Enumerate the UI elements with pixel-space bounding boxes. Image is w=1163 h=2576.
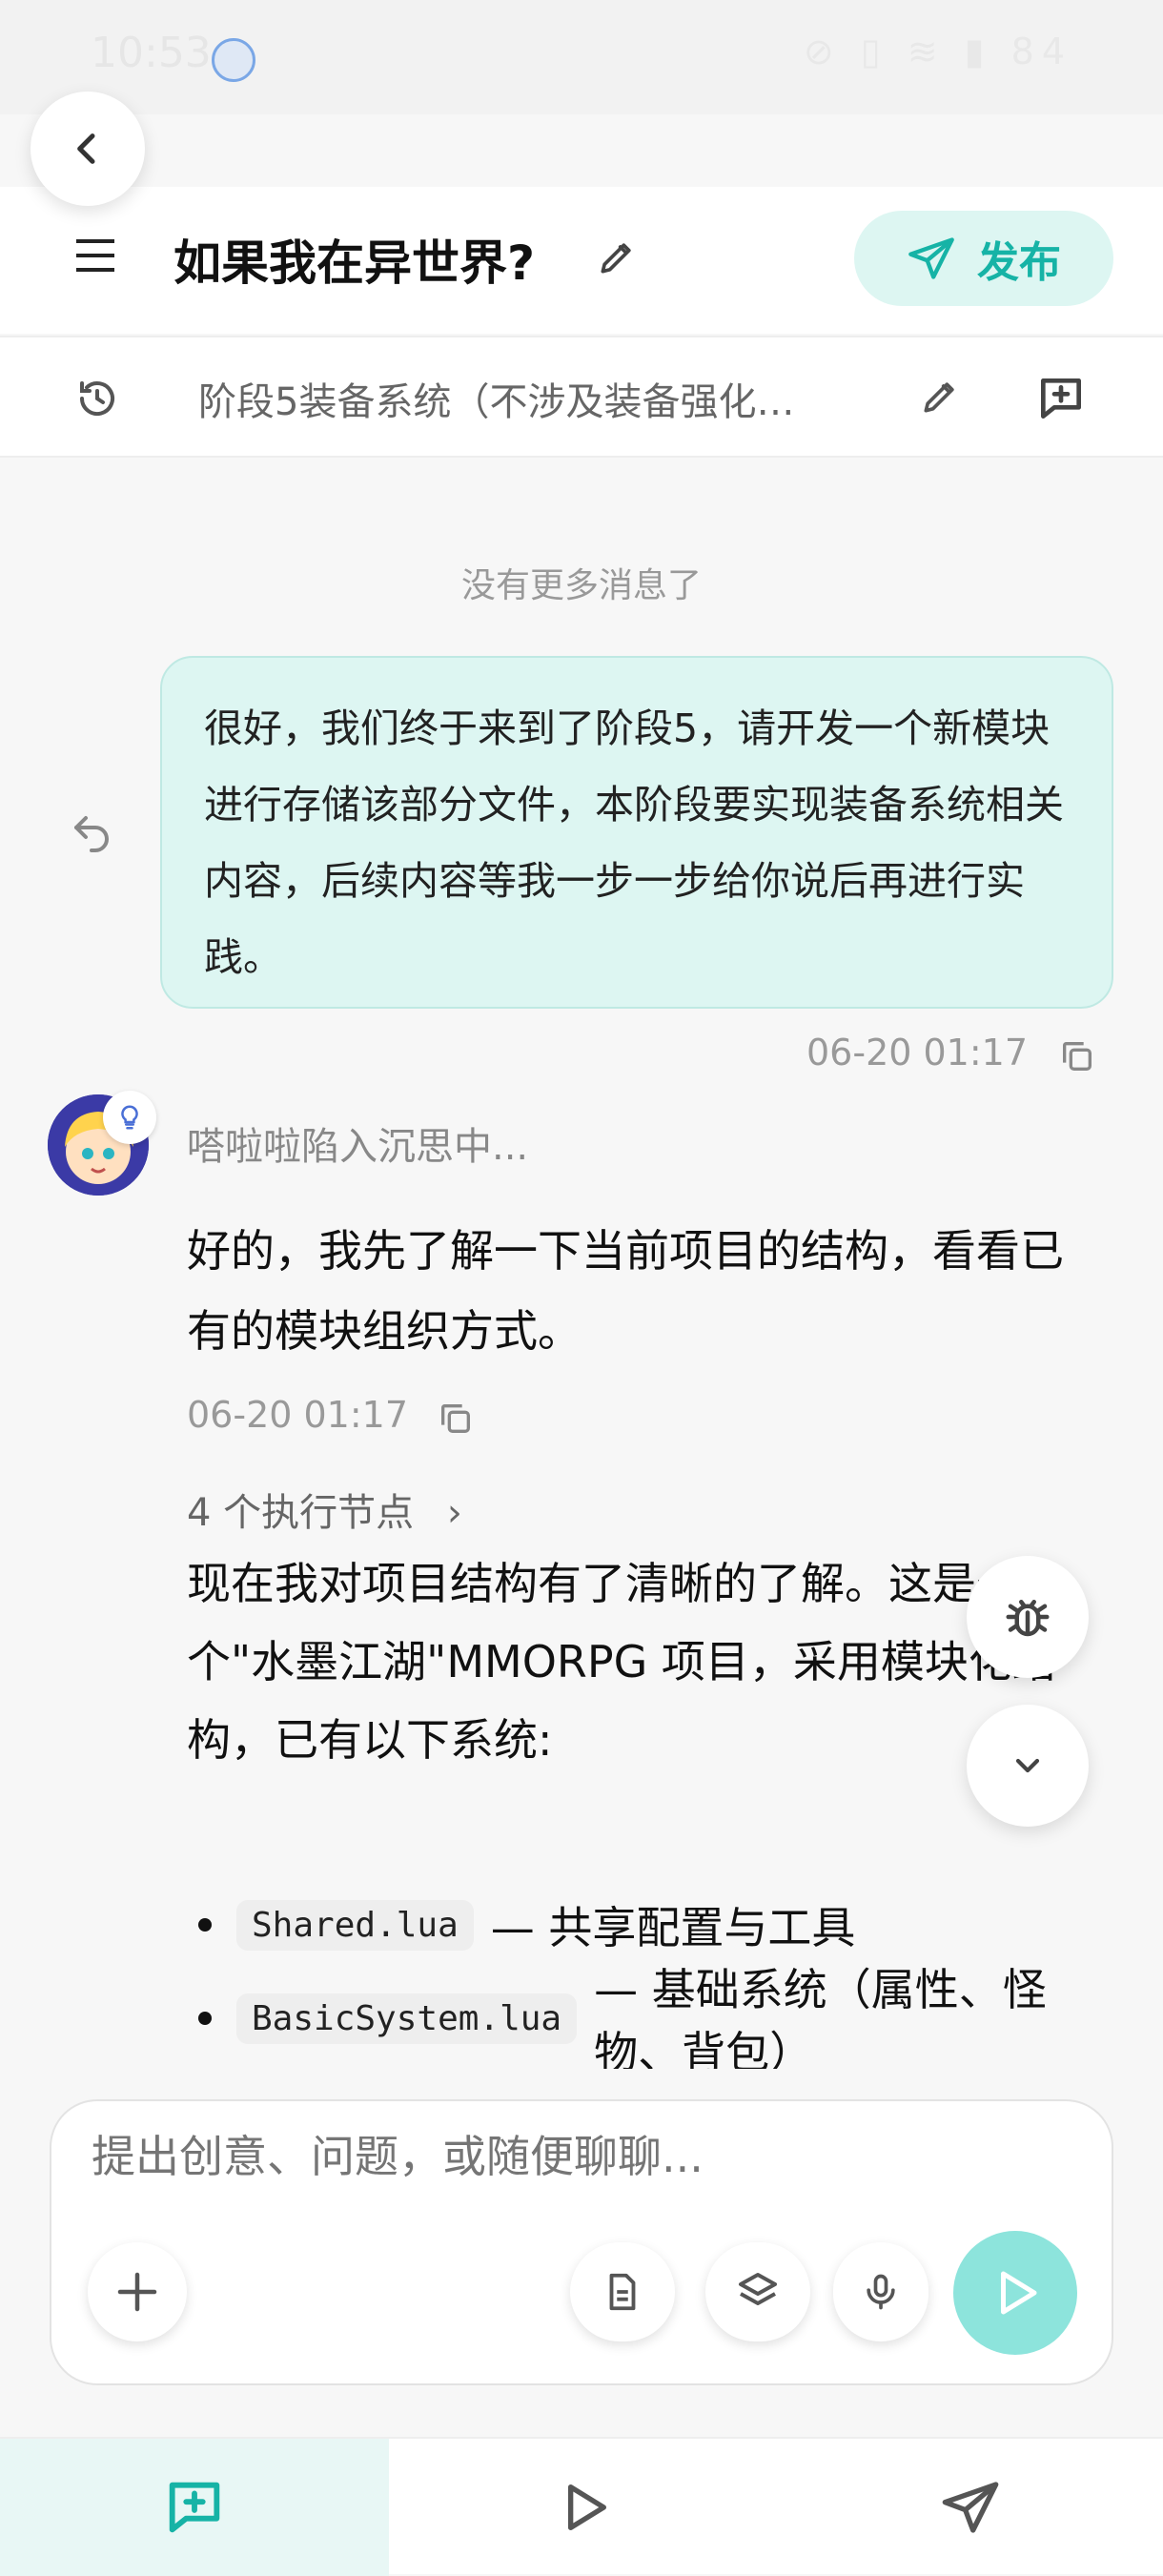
debug-button[interactable] [967, 1556, 1089, 1678]
app-notification-icon [212, 38, 255, 82]
menu-icon[interactable] [76, 239, 114, 272]
thinking-badge [103, 1091, 156, 1144]
chevron-right-icon: › [446, 1491, 462, 1535]
bottom-navigation [0, 2437, 1163, 2576]
document-icon [609, 2273, 636, 2311]
play-icon [1001, 2271, 1037, 2315]
nav-publish-tab[interactable] [778, 2439, 1163, 2576]
header: 如果我在异世界? 发布 [0, 187, 1163, 334]
play-icon [568, 2484, 606, 2530]
send-icon [942, 2482, 999, 2533]
assistant-message: 好的，我先了解一下当前项目的结构，看看已有的模块组织方式。 [187, 1225, 1064, 1357]
history-icon[interactable] [74, 376, 120, 421]
message-composer [50, 2099, 1113, 2385]
no-more-messages: 没有更多消息了 [460, 566, 702, 605]
send-button[interactable] [953, 2231, 1077, 2355]
chevron-down-icon [1015, 1758, 1040, 1773]
file-description: — 基础系统（属性、怪物、背包） [594, 1964, 1047, 2069]
layers-button[interactable] [705, 2242, 810, 2341]
publish-button[interactable]: 发布 [854, 211, 1113, 306]
execution-nodes-label: 4 个执行节点 [187, 1491, 415, 1535]
execution-nodes-link[interactable]: 4 个执行节点 › [187, 1482, 462, 1537]
reply-icon[interactable] [69, 807, 114, 852]
copy-icon[interactable] [1058, 1037, 1096, 1075]
thinking-status: 嗒啦啦陷入沉思中... [187, 1125, 529, 1169]
module-list: Shared.lua — 共享配置与工具 BasicSystem.lua — 基… [187, 1878, 1121, 2069]
message-timestamp: 06-20 01:17 [806, 1032, 1029, 1073]
nav-play-tab[interactable] [389, 2439, 778, 2576]
copy-icon[interactable] [437, 1400, 475, 1438]
status-indicators: ⊘ ▯ ≋ ▮ 84 [803, 31, 1072, 72]
code-filename: Shared.lua [236, 1899, 474, 1951]
add-attachment-button[interactable] [88, 2242, 187, 2341]
stage-title[interactable]: 阶段5装备系统（不涉及装备强化… [198, 371, 885, 426]
edit-stage-icon[interactable] [919, 376, 961, 418]
new-chat-icon[interactable] [1034, 372, 1088, 425]
chevron-left-icon [77, 133, 95, 164]
layers-icon [739, 2273, 777, 2305]
status-bar: 10:53 ⊘ ▯ ≋ ▮ 84 [0, 0, 1163, 114]
stage-bar: 阶段5装备系统（不涉及装备强化… [0, 336, 1163, 458]
assistant-message: 现在我对项目结构有了清晰的了解。这是一个"水墨江湖"MMORPG 项目，采用模块… [187, 1558, 1056, 1766]
back-button[interactable] [31, 92, 145, 206]
plus-icon [117, 2272, 157, 2312]
edit-title-icon[interactable] [596, 236, 638, 278]
list-item: BasicSystem.lua — 基础系统（属性、怪物、背包） [187, 1964, 1121, 2069]
file-description: — 共享配置与工具 [490, 1902, 856, 1953]
microphone-icon [867, 2274, 895, 2310]
message-input[interactable] [90, 2130, 1043, 2183]
bug-icon [1006, 1600, 1050, 1637]
page-title: 如果我在异世界? [173, 235, 536, 291]
code-filename: BasicSystem.lua [236, 1993, 578, 2044]
message-timestamp: 06-20 01:17 [187, 1394, 409, 1436]
publish-label: 发布 [977, 238, 1061, 287]
document-button[interactable] [570, 2242, 675, 2341]
send-icon [908, 237, 954, 279]
chat-plus-icon [169, 2482, 220, 2533]
scroll-down-button[interactable] [967, 1705, 1089, 1827]
voice-input-button[interactable] [833, 2242, 928, 2341]
user-message-bubble: 很好，我们终于来到了阶段5，请开发一个新模块进行存储该部分文件，本阶段要实现装备… [160, 656, 1113, 1009]
nav-chat-tab[interactable] [0, 2439, 389, 2576]
status-time: 10:53 [91, 29, 212, 77]
lightbulb-icon [121, 1105, 138, 1130]
